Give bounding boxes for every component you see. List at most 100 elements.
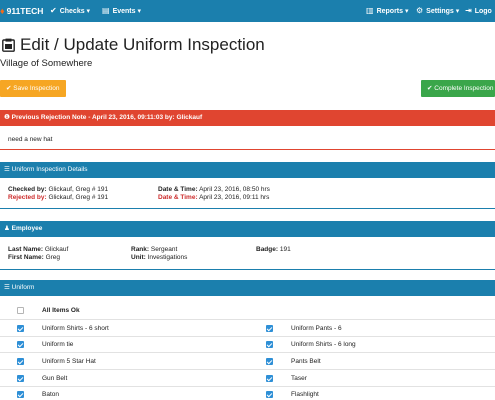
rejected-by-row: Rejected by: Glickauf, Greg # 191: [8, 194, 108, 201]
nav-logout-label: Logo: [474, 8, 492, 15]
rejection-note-text: need a new hat: [8, 136, 53, 143]
caret-down-icon: ▾: [135, 8, 141, 15]
first-name-row: First Name: Greg: [8, 254, 60, 261]
item-label-right: Uniform Pants - 6: [291, 325, 342, 332]
item-checkbox-left[interactable]: [17, 375, 24, 382]
save-inspection-button[interactable]: ✔ Save Inspection: [0, 80, 66, 97]
row-divider: [0, 386, 495, 387]
inspection-details-header: ☰ Uniform Inspection Details: [0, 162, 495, 178]
inspection-details-title: Uniform Inspection Details: [11, 166, 88, 173]
item-label-left: Baton: [42, 391, 59, 398]
row-divider: [0, 352, 495, 353]
nav-settings-label: Settings: [426, 8, 454, 15]
brand-name: 911TECH: [6, 6, 44, 16]
item-label-left: Uniform Shirts - 6 short: [42, 325, 109, 332]
info-icon: ❶: [4, 114, 12, 121]
row-divider: [0, 319, 495, 320]
rejection-note-body: need a new hat: [0, 126, 495, 150]
item-checkbox-left[interactable]: [17, 341, 24, 348]
checked-datetime-label: Date & Time:: [158, 186, 198, 193]
rank-row: Rank: Sergeant: [131, 246, 177, 253]
caret-down-icon: ▾: [453, 8, 460, 15]
bar-chart-icon: ▥: [366, 6, 374, 15]
item-checkbox-left[interactable]: [17, 325, 24, 332]
checked-by-label: Checked by:: [8, 186, 47, 193]
nav-reports-menu[interactable]: ▥ Reports ▾: [366, 0, 408, 22]
clipboard-icon: [2, 38, 15, 52]
badge-value: 191: [279, 246, 291, 253]
checked-datetime-row: Date & Time: April 23, 2016, 08:50 hrs: [158, 186, 270, 193]
complete-inspection-button[interactable]: ✔ Complete Inspection: [421, 80, 495, 97]
item-checkbox-left[interactable]: [17, 391, 24, 398]
caret-down-icon: ▾: [403, 8, 409, 15]
nav-checks-menu[interactable]: ✔ Checks ▾: [50, 0, 90, 22]
list-icon: ☰: [4, 284, 12, 291]
item-label-right: Taser: [291, 375, 307, 382]
rejected-by-value: Glickauf, Greg # 191: [48, 194, 109, 201]
unit-label: Unit:: [131, 254, 146, 261]
rejection-note-header: ❶ Previous Rejection Note - April 23, 20…: [0, 110, 495, 126]
logout-icon: ⇥: [465, 6, 472, 15]
badge-row: Badge: 191: [256, 246, 291, 253]
nav-events-menu[interactable]: ▤ Events ▾: [102, 0, 141, 22]
checked-datetime-value: April 23, 2016, 08:50 hrs: [199, 186, 270, 193]
caret-down-icon: ▾: [84, 8, 91, 15]
item-checkbox-right[interactable]: [266, 375, 273, 382]
item-label-left: Gun Belt: [42, 375, 68, 382]
nav-reports-label: Reports: [376, 8, 404, 15]
checked-by-row: Checked by: Glickauf, Greg # 191: [8, 186, 108, 193]
employee-title: Employee: [11, 225, 43, 232]
document-icon: ▤: [102, 6, 110, 15]
item-checkbox-left[interactable]: [17, 358, 24, 365]
first-name-value: Greg: [45, 254, 61, 261]
nav-checks-label: Checks: [59, 8, 85, 15]
all-items-ok-checkbox[interactable]: [17, 307, 24, 314]
rejected-datetime-label: Date & Time:: [158, 194, 198, 201]
checked-by-value: Glickauf, Greg # 191: [48, 186, 109, 193]
check-icon: ✔: [50, 6, 57, 15]
nav-settings-menu[interactable]: ⚙ Settings ▾: [416, 0, 459, 22]
unit-row: Unit: Investigations: [131, 254, 187, 261]
last-name-row: Last Name: Glickauf: [8, 246, 68, 253]
item-label-right: Pants Belt: [291, 358, 321, 365]
gears-icon: ⚙: [416, 6, 424, 15]
rejected-by-label: Rejected by:: [8, 194, 47, 201]
user-icon: ♟: [4, 225, 12, 232]
save-inspection-label: Save Inspection: [13, 85, 60, 92]
list-icon: ☰: [4, 166, 12, 173]
item-label-left: Uniform 5 Star Hat: [42, 358, 96, 365]
inspection-details-body: Checked by: Glickauf, Greg # 191 Rejecte…: [0, 178, 495, 209]
rejection-note-title: Previous Rejection Note - April 23, 2016…: [11, 114, 203, 121]
item-label-left: Uniform tie: [42, 341, 74, 348]
row-divider: [0, 369, 495, 370]
rejected-datetime-value: April 23, 2016, 09:11 hrs: [199, 194, 270, 201]
last-name-label: Last Name:: [8, 246, 44, 253]
item-checkbox-right[interactable]: [266, 341, 273, 348]
page-title: Edit / Update Uniform Inspection: [20, 35, 265, 54]
item-checkbox-right[interactable]: [266, 358, 273, 365]
employee-body: Last Name: Glickauf First Name: Greg Ran…: [0, 237, 495, 270]
last-name-value: Glickauf: [44, 246, 69, 253]
item-checkbox-right[interactable]: [266, 325, 273, 332]
item-checkbox-right[interactable]: [266, 391, 273, 398]
brand-logo[interactable]: ♦ 911TECH: [0, 0, 43, 22]
nav-events-label: Events: [112, 8, 136, 15]
item-label-right: Uniform Shirts - 6 long: [291, 341, 356, 348]
uniform-header: ☰ Uniform: [0, 280, 495, 296]
top-navbar: ♦ 911TECH ✔ Checks ▾ ▤ Events ▾ ▥ Reports ▾ …: [0, 0, 495, 22]
nav-logout[interactable]: ⇥ Logo: [465, 0, 492, 22]
uniform-title: Uniform: [11, 284, 35, 291]
rank-value: Sergeant: [150, 246, 178, 253]
page-subtitle: Village of Somewhere: [0, 58, 93, 69]
first-name-label: First Name:: [8, 254, 44, 261]
all-items-ok-label: All Items Ok: [42, 307, 80, 314]
complete-inspection-label: Complete Inspection: [434, 85, 494, 92]
unit-value: Investigations: [147, 254, 188, 261]
badge-label: Badge:: [256, 246, 279, 253]
employee-header: ♟ Employee: [0, 221, 495, 237]
item-label-right: Flashlight: [291, 391, 319, 398]
flame-icon: ♦: [0, 6, 5, 16]
rank-label: Rank:: [131, 246, 150, 253]
rejected-datetime-row: Date & Time: April 23, 2016, 09:11 hrs: [158, 194, 269, 201]
row-divider: [0, 336, 495, 337]
